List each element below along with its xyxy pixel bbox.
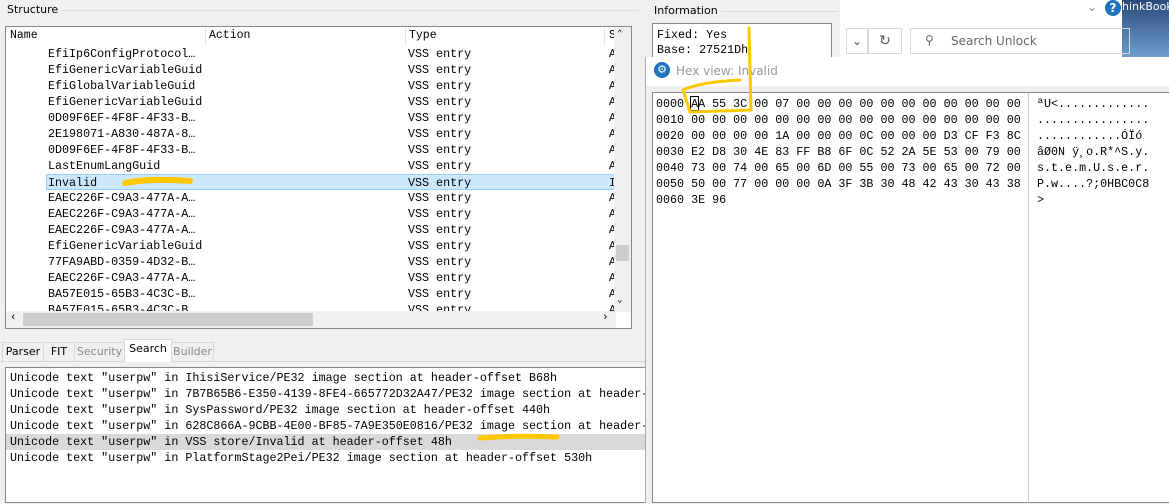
annotation-scribble [477,433,560,441]
yellow-annotations [122,26,753,441]
annotation-box [681,26,753,114]
annotation-scribble [122,176,193,186]
